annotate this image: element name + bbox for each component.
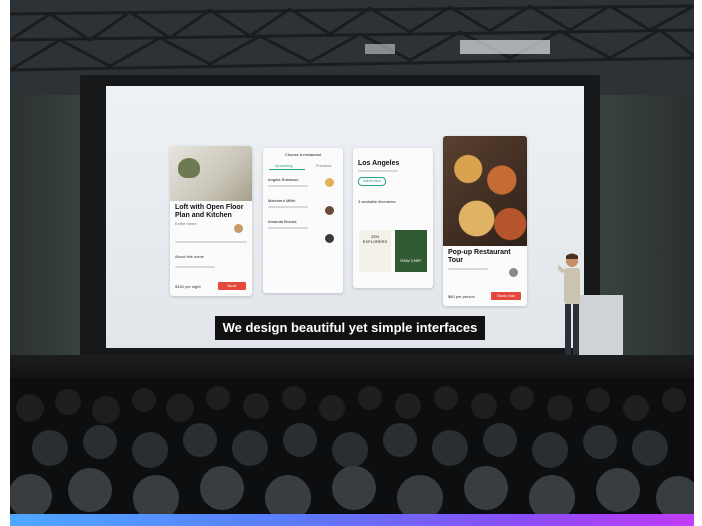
card-restaurant-list: Choose a restaurant Upcoming Previous An… [263,148,343,293]
text-line [268,206,308,208]
text-line [175,266,215,268]
tab-previous: Previous [315,163,332,168]
card-los-angeles: Los Angeles Add to favs 3 available itin… [353,148,433,288]
tab-indicator [269,169,305,170]
text-line [268,227,308,229]
host-avatar [234,224,243,233]
audience-silhouettes [10,378,694,514]
subtitle-caption: We design beautiful yet simple interface… [215,316,485,340]
text-line [448,268,488,270]
book-cover-raw: RAW CHEF [395,230,427,272]
about-home-label: About this home [175,254,204,259]
food-photo [443,136,527,246]
avatar [325,234,334,243]
list-item: Amanda Brooks [268,219,297,224]
room-photo [170,146,252,201]
text-line [358,170,398,172]
text-line [268,185,308,187]
itineraries-label: 3 available itineraries [358,199,396,204]
conference-photo: Loft with Open Floor Plan and Kitchen En… [10,0,694,514]
card-popup-tour: Pop-up Restaurant Tour $80 per person Bo… [443,136,527,306]
favs-pill: Add to favs [358,177,386,186]
wall-left [10,95,90,355]
card-loft-title: Loft with Open Floor Plan and Kitchen [175,204,244,219]
list-item: Marcheur Millet [268,198,296,203]
list-tabs: Upcoming Previous [263,162,343,169]
tour-price: $80 per person [448,294,475,299]
list-header: Choose a restaurant [284,152,322,157]
host-avatar [509,268,518,277]
card-loft-price: $160 per night [175,284,201,289]
card-loft: Loft with Open Floor Plan and Kitchen En… [170,146,252,296]
projection-screen: Loft with Open Floor Plan and Kitchen En… [106,86,584,348]
amenities-row [175,241,247,243]
book-button: Book [218,282,246,290]
avatar [325,178,334,187]
book-now-button: Book now [491,292,521,300]
city-title: Los Angeles [358,160,400,167]
book-cover-zen: ZEN EXPLORERS [359,230,391,272]
tour-title: Pop-up Restaurant Tour [448,249,511,264]
avatar [325,206,334,215]
tab-upcoming: Upcoming [274,163,293,168]
gradient-bar [10,514,694,526]
